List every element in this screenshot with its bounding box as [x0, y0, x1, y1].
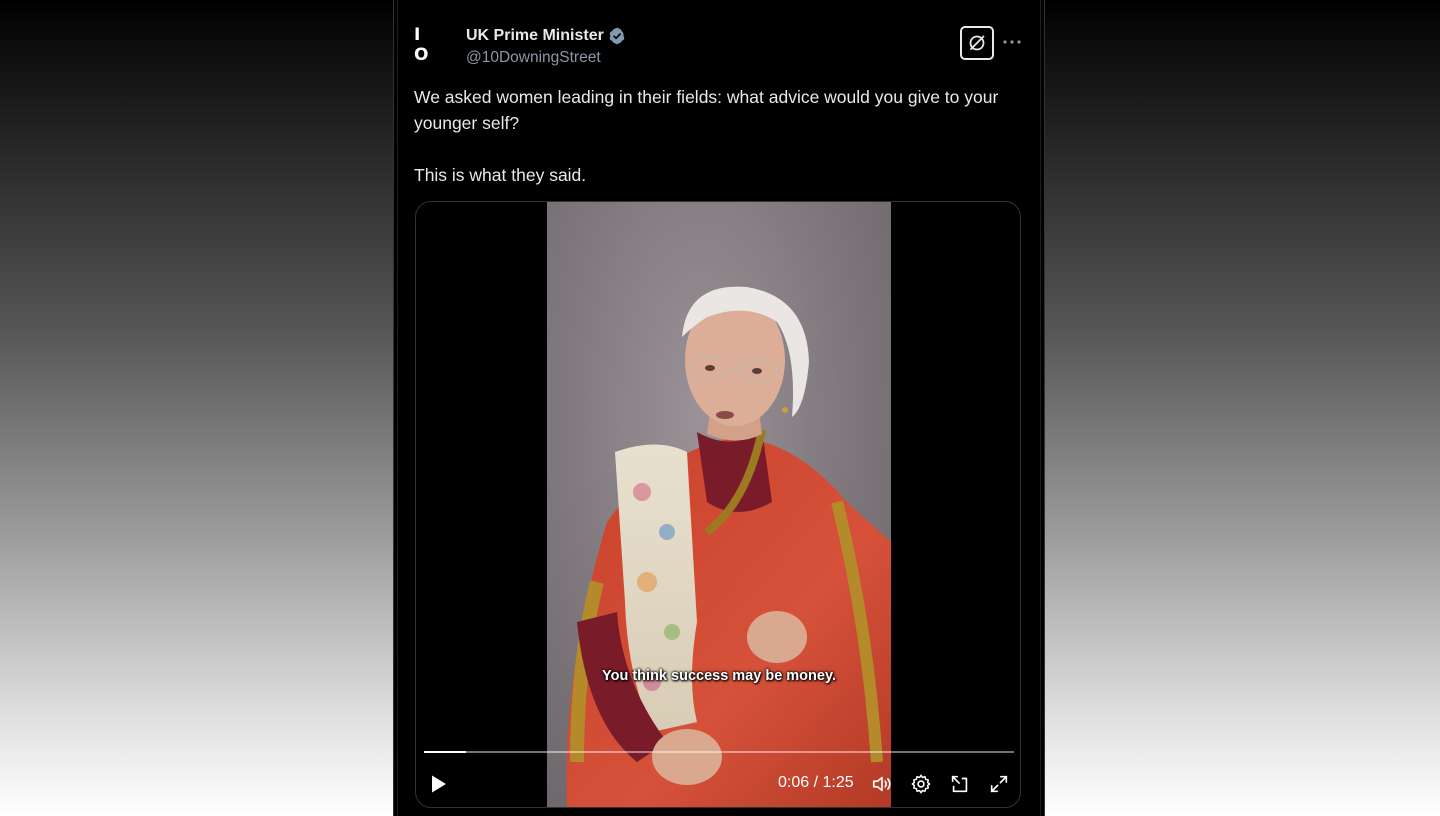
- volume-icon: [872, 776, 891, 792]
- more-options-button[interactable]: [1000, 30, 1024, 54]
- volume-button[interactable]: [870, 772, 894, 796]
- grok-button[interactable]: [960, 26, 994, 60]
- tweet-text-paragraph-1: We asked women leading in their fields: …: [414, 87, 999, 133]
- card-edge-right: [1040, 0, 1041, 816]
- tweet-text-paragraph-2: This is what they said.: [414, 165, 587, 185]
- author-handle[interactable]: @10DowningStreet: [466, 49, 601, 67]
- video-progress-bar[interactable]: [424, 751, 1014, 753]
- dock-button[interactable]: [948, 772, 972, 796]
- fullscreen-icon: [990, 775, 1008, 793]
- play-icon: [432, 775, 446, 793]
- video-subtitle: You think success may be money.: [602, 668, 836, 684]
- video-frame[interactable]: You think success may be money.: [547, 202, 891, 807]
- tweet-text: We asked women leading in their fields: …: [414, 84, 1019, 188]
- video-player[interactable]: You think success may be money. 0:06 / 1…: [415, 201, 1021, 808]
- video-progress-fill: [424, 751, 466, 753]
- dock-icon: [951, 775, 968, 793]
- fullscreen-button[interactable]: [987, 772, 1011, 796]
- video-controls: 0:06 / 1:25: [416, 768, 1020, 800]
- grok-icon: [969, 35, 985, 51]
- author-display-name[interactable]: UK Prime Minister: [466, 27, 604, 45]
- gear-icon: [911, 774, 931, 794]
- settings-button[interactable]: [909, 772, 933, 796]
- more-icon: [1003, 40, 1021, 44]
- video-time-display: 0:06 / 1:25: [778, 774, 854, 791]
- card-edge-left: [397, 0, 398, 816]
- play-button[interactable]: [427, 772, 451, 796]
- video-still-image: [566, 286, 891, 807]
- avatar[interactable]: I O: [414, 24, 456, 66]
- verified-badge-icon[interactable]: [608, 27, 626, 45]
- author-name-row[interactable]: UK Prime Minister: [466, 27, 626, 45]
